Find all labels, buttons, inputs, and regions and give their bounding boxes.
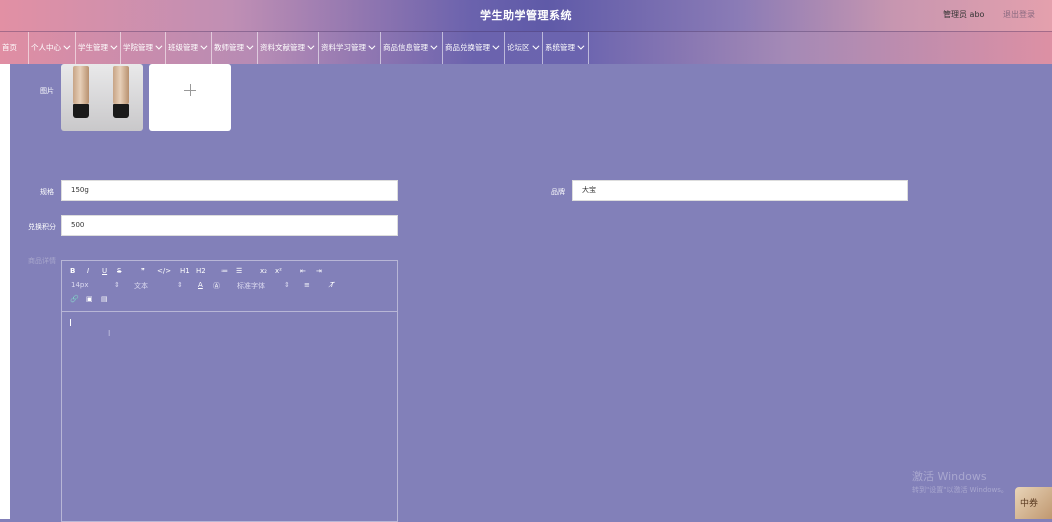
chevron-updown-icon: ⇕ [177,281,183,289]
bullet-list-button[interactable]: ☰ [236,267,242,275]
header1-button[interactable]: H1 [180,267,190,275]
nav-item-exchange[interactable]: 商品兑换管理 [443,32,505,64]
nav-item-products[interactable]: 商品信息管理 [381,32,443,64]
left-edge [0,64,10,519]
nav-item-study-materials[interactable]: 资料学习管理 [319,32,381,64]
image-upload-button[interactable] [149,64,231,131]
nav-item-home[interactable]: 首页 [0,32,29,64]
strike-button[interactable]: S [117,267,121,275]
floating-avatar[interactable]: 中券 [1015,487,1052,519]
italic-button[interactable]: I [87,267,89,275]
align-icon[interactable]: ≡ [304,281,310,289]
chevron-down-icon [307,42,315,50]
text-style-select[interactable]: 文本 [134,281,148,291]
top-header: 学生助学管理系统 管理员 abo 退出登录 [0,0,1052,31]
chevron-down-icon [531,42,539,50]
windows-activation-watermark: 激活 Windows 转到"设置"以激活 Windows。 [912,470,1008,494]
points-input[interactable]: 500 [61,215,398,236]
chevron-down-icon [63,42,71,50]
chevron-down-icon [200,42,208,50]
nav-item-students[interactable]: 学生管理 [76,32,121,64]
video-icon[interactable]: ▤ [101,295,108,303]
link-icon[interactable]: 🔗 [70,295,79,303]
font-size-select[interactable]: 14px [71,281,89,289]
chevron-down-icon [246,42,254,50]
underline-button[interactable]: U [102,267,107,275]
indent-button[interactable]: ⇥ [316,267,322,275]
font-color-icon[interactable]: A [198,281,203,289]
ordered-list-button[interactable]: ≔ [221,267,228,275]
editor-toolbar: B I U S ❞ </> H1 H2 ≔ ☰ x₂ x² ⇤ ⇥ 14px ⇕… [62,261,397,312]
font-family-select[interactable]: 标准字体 [237,281,265,291]
logout-link[interactable]: 退出登录 [1003,9,1035,20]
current-user: 管理员 abo [943,10,985,19]
chevron-updown-icon: ⇕ [114,281,120,289]
main-nav: 首页 个人中心 学生管理 学院管理 班级管理 教师管理 资料文献管理 资料学习管… [0,31,1052,64]
nav-item-classes[interactable]: 班级管理 [166,32,212,64]
blockquote-button[interactable]: ❞ [141,267,145,275]
superscript-button[interactable]: x² [275,267,282,275]
nav-item-system[interactable]: 系统管理 [543,32,589,64]
product-tube-right [113,66,129,118]
points-label: 兑换积分 [28,223,56,231]
nav-item-personal-center[interactable]: 个人中心 [29,32,76,64]
spec-label: 规格 [40,188,54,196]
chevron-down-icon [368,42,376,50]
rich-text-editor[interactable]: B I U S ❞ </> H1 H2 ≔ ☰ x₂ x² ⇤ ⇥ 14px ⇕… [61,260,398,522]
detail-label: 商品详情 [28,257,56,265]
text-cursor [70,319,71,326]
outdent-button[interactable]: ⇤ [300,267,306,275]
chevron-down-icon [110,42,118,50]
chevron-down-icon [430,42,438,50]
chevron-down-icon [577,42,585,50]
image-icon[interactable]: ▣ [86,295,93,303]
nav-item-literature[interactable]: 资料文献管理 [258,32,319,64]
brand-label: 品牌 [551,188,565,196]
clear-format-icon[interactable]: T̸ [330,281,334,289]
brand-input[interactable]: 大宝 [572,180,908,201]
nav-item-teachers[interactable]: 教师管理 [212,32,258,64]
nav-item-colleges[interactable]: 学院管理 [121,32,166,64]
chevron-down-icon [155,42,163,50]
chevron-down-icon [492,42,500,50]
nav-item-forum[interactable]: 论坛区 [505,32,543,64]
background-color-icon[interactable]: Ⓐ [213,281,220,291]
product-tube-left [73,66,89,118]
code-block-button[interactable]: </> [157,267,171,275]
bold-button[interactable]: B [70,267,75,275]
image-label: 图片 [40,87,54,95]
spec-input[interactable]: 150g [61,180,398,201]
subscript-button[interactable]: x₂ [260,267,267,275]
product-image-thumbnail[interactable] [61,64,143,131]
header2-button[interactable]: H2 [196,267,206,275]
chevron-updown-icon: ⇕ [284,281,290,289]
ibeam-cursor-icon: I [108,329,111,338]
app-title: 学生助学管理系统 [480,9,572,22]
